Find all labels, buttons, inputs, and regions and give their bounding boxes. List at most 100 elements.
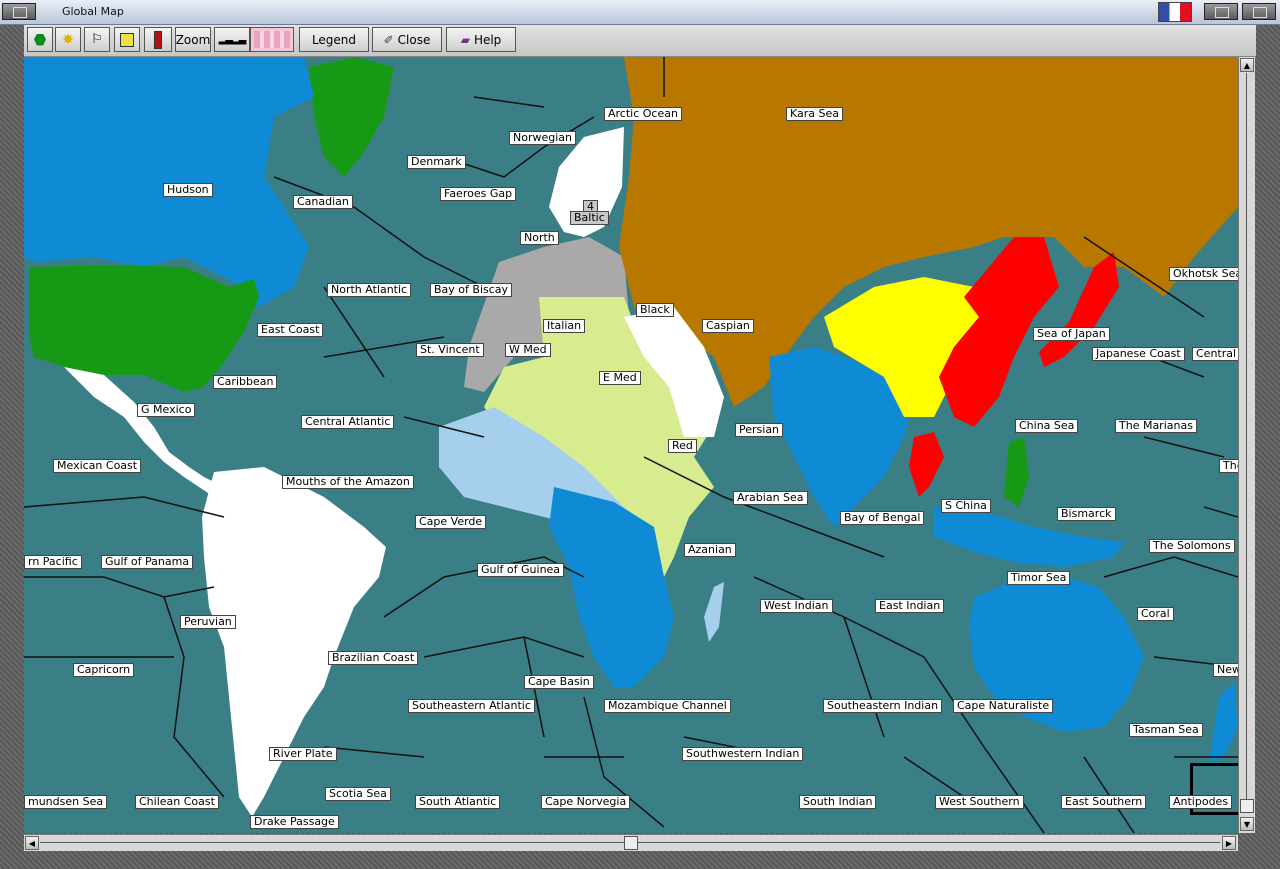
minimize-button[interactable] xyxy=(1204,3,1238,20)
sea-zone-label[interactable]: Mexican Coast xyxy=(53,459,142,473)
sea-zone-label[interactable]: St. Vincent xyxy=(416,343,484,357)
sea-zone-label[interactable]: West Indian xyxy=(760,599,833,613)
sea-zone-label[interactable]: Norwegian xyxy=(509,131,576,145)
help-button[interactable]: ▰ Help xyxy=(446,27,516,52)
sea-zone-label[interactable]: Arctic Ocean xyxy=(604,107,682,121)
vertical-scroll-thumb[interactable] xyxy=(1240,799,1254,813)
sea-zone-label[interactable]: Cape Verde xyxy=(415,515,487,529)
sea-zone-label[interactable]: Denmark xyxy=(407,155,466,169)
sea-zone-label[interactable]: The Solomons xyxy=(1149,539,1235,553)
supply-button[interactable] xyxy=(144,27,172,52)
sea-zone-label[interactable]: Hudson xyxy=(163,183,213,197)
sea-zone-label[interactable]: Canadian xyxy=(293,195,353,209)
sea-zone-label[interactable]: Italian xyxy=(543,319,586,333)
horizontal-scrollbar[interactable]: ◀ ▶ xyxy=(24,834,1238,851)
sea-zone-label[interactable]: Mouths of the Amazon xyxy=(282,475,414,489)
sea-zone-label[interactable]: Cape Naturaliste xyxy=(953,699,1054,713)
sea-zone-label[interactable]: River Plate xyxy=(269,747,337,761)
sea-zone-label[interactable]: Antipodes xyxy=(1169,795,1233,809)
sea-zone-label[interactable]: North xyxy=(520,231,559,245)
sea-zone-label[interactable]: S China xyxy=(941,499,991,513)
sea-zone-label[interactable]: East Southern xyxy=(1061,795,1147,809)
sea-zone-label[interactable]: Faeroes Gap xyxy=(440,187,517,201)
sea-zone-label[interactable]: Azanian xyxy=(684,543,736,557)
sea-zone-label[interactable]: rn Pacific xyxy=(24,555,82,569)
sea-zone-label[interactable]: Southwestern Indian xyxy=(682,747,804,761)
sea-zone-label[interactable]: East Coast xyxy=(257,323,324,337)
sea-zone-label[interactable]: Coral xyxy=(1137,607,1174,621)
sea-zone-label[interactable]: Mozambique Channel xyxy=(604,699,731,713)
legend-button[interactable]: Legend xyxy=(299,27,369,52)
sea-zone-label[interactable]: Caribbean xyxy=(213,375,278,389)
sea-zone-label[interactable]: Caspian xyxy=(702,319,754,333)
sea-zone-label[interactable]: Scotia Sea xyxy=(325,787,391,801)
sea-zone-label[interactable]: Southeastern Indian xyxy=(823,699,943,713)
sea-zone-label[interactable]: Black xyxy=(636,303,674,317)
restore-button[interactable] xyxy=(1242,3,1276,20)
minimap-button[interactable] xyxy=(250,27,294,52)
sea-zone-label[interactable]: New Z xyxy=(1213,663,1238,677)
fleet-button[interactable]: ▂▃▂▃ xyxy=(214,27,250,52)
sea-zone-label[interactable]: Peruvian xyxy=(180,615,236,629)
scroll-up-icon[interactable]: ▲ xyxy=(1240,58,1254,72)
sea-zone-label[interactable]: Bay of Biscay xyxy=(430,283,513,297)
sea-zone-label[interactable]: Kara Sea xyxy=(786,107,844,121)
resources-button[interactable]: ✸ xyxy=(55,27,81,52)
sea-zone-label[interactable]: Arabian Sea xyxy=(733,491,808,505)
sea-zone-label[interactable]: Brazilian Coast xyxy=(328,651,419,665)
sea-zone-label[interactable]: Central P xyxy=(1192,347,1238,361)
sea-zone-label[interactable]: West Southern xyxy=(935,795,1024,809)
city-button[interactable] xyxy=(114,27,140,52)
sea-zone-label[interactable]: E Med xyxy=(599,371,641,385)
flag-button[interactable]: ⚐ xyxy=(84,27,110,52)
sea-zone-label[interactable]: Cape Basin xyxy=(524,675,594,689)
sea-zone-label[interactable]: North Atlantic xyxy=(327,283,412,297)
sea-zone-label[interactable]: Gulf of Panama xyxy=(101,555,194,569)
sea-zone-label[interactable]: The xyxy=(1219,459,1238,473)
close-button[interactable]: ✐ Close xyxy=(372,27,442,52)
south-america-territory xyxy=(202,467,386,817)
sea-zone-label[interactable]: Sea of Japan xyxy=(1033,327,1110,341)
global-map-window: Global Map ✸ ⚐ Zoom ▂▃▂▃ Legend ✐ Close … xyxy=(0,0,1280,869)
zoom-button[interactable]: Zoom xyxy=(175,27,211,52)
scroll-left-icon[interactable]: ◀ xyxy=(25,836,39,850)
minimap-icon xyxy=(254,31,290,48)
sea-zone-label[interactable]: Capricorn xyxy=(73,663,135,677)
system-menu-button[interactable] xyxy=(2,3,36,20)
sea-zone-label[interactable]: South Indian xyxy=(799,795,877,809)
sea-zone-label[interactable]: Tasman Sea xyxy=(1129,723,1203,737)
scroll-right-icon[interactable]: ▶ xyxy=(1222,836,1236,850)
horizontal-scroll-thumb[interactable] xyxy=(624,836,638,850)
sea-zone-label[interactable]: mundsen Sea xyxy=(24,795,108,809)
scroll-track xyxy=(1246,73,1247,813)
window-title: Global Map xyxy=(62,5,124,18)
sea-zone-label[interactable]: Chilean Coast xyxy=(135,795,219,809)
title-bar: Global Map xyxy=(0,0,1280,25)
indochina-territory xyxy=(909,432,944,497)
sea-zone-label[interactable]: Timor Sea xyxy=(1007,571,1071,585)
sea-zone-label[interactable]: G Mexico xyxy=(137,403,196,417)
sea-zone-label[interactable]: Okhotsk Sea xyxy=(1169,267,1238,281)
sea-zone-label[interactable]: Bay of Bengal xyxy=(840,511,925,525)
scroll-down-icon[interactable]: ▼ xyxy=(1240,817,1254,831)
sea-zone-label[interactable]: The Marianas xyxy=(1115,419,1197,433)
sea-zone-label[interactable]: Southeastern Atlantic xyxy=(408,699,535,713)
sea-zone-label[interactable]: Persian xyxy=(735,423,784,437)
tower-icon xyxy=(154,30,162,49)
sea-zone-label[interactable]: Japanese Coast xyxy=(1092,347,1185,361)
vertical-scrollbar[interactable]: ▲ ▼ xyxy=(1238,57,1255,833)
sea-zone-label[interactable]: Cape Norvegia xyxy=(541,795,631,809)
world-map[interactable]: Arctic Ocean Kara Sea Norwegian Denmark … xyxy=(24,57,1238,833)
units-button[interactable] xyxy=(27,27,53,52)
sea-zone-label[interactable]: Central Atlantic xyxy=(301,415,395,429)
sea-zone-label[interactable]: Baltic xyxy=(570,211,609,225)
sea-zone-label[interactable]: Drake Passage xyxy=(250,815,339,829)
sea-zone-label[interactable]: Bismarck xyxy=(1057,507,1116,521)
sea-zone-label[interactable]: China Sea xyxy=(1015,419,1079,433)
sea-zone-label[interactable]: W Med xyxy=(505,343,551,357)
sea-zone-label[interactable]: Red xyxy=(668,439,697,453)
sea-zone-label[interactable]: Gulf of Guinea xyxy=(477,563,565,577)
map-territories xyxy=(24,57,1238,833)
sea-zone-label[interactable]: East Indian xyxy=(875,599,945,613)
sea-zone-label[interactable]: South Atlantic xyxy=(415,795,501,809)
